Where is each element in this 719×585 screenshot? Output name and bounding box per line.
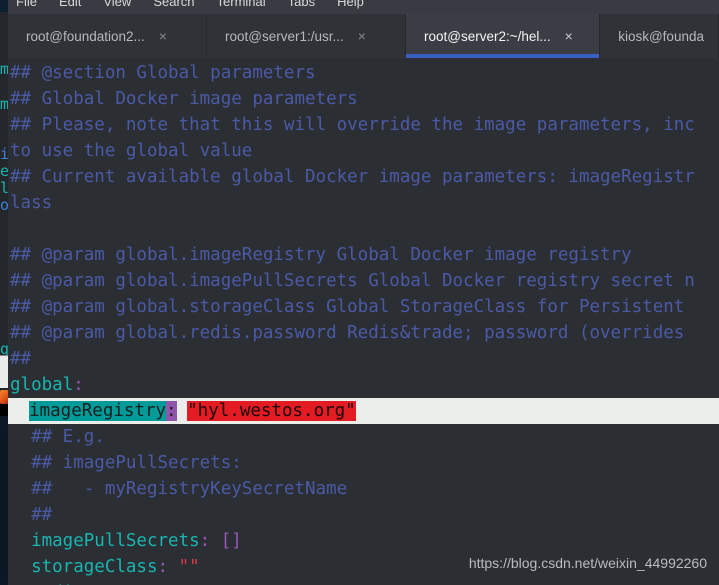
terminal-tab-3[interactable]: kiosk@founda (600, 14, 719, 58)
tab-title: root@server2:~/hel... (424, 28, 551, 44)
yaml-value: "" (178, 557, 200, 577)
terminal-line: ## imagePullSecrets: (10, 453, 242, 473)
menu-item-help[interactable]: Help (337, 0, 364, 9)
menu-bar: File Edit View Search Terminal Tabs Help (8, 0, 719, 14)
terminal-tab-1[interactable]: root@server1:/usr... × (207, 14, 407, 58)
terminal-line: ## @section Global parameters (10, 63, 316, 83)
terminal-line: ## Current available global Docker image… (10, 167, 695, 187)
terminal-line: ## (10, 349, 32, 369)
terminal-line: lass (10, 193, 53, 213)
close-icon[interactable]: × (159, 29, 167, 43)
menu-item-terminal[interactable]: Terminal (217, 0, 266, 9)
terminal-tab-0[interactable]: root@foundation2... × (8, 14, 208, 58)
terminal-line: ## @param global.redis.password Redis&tr… (10, 323, 685, 343)
terminal-line: ## E.g. (10, 427, 105, 447)
menu-item-search[interactable]: Search (153, 0, 194, 9)
yaml-key: imagePullSecrets (31, 531, 200, 551)
yaml-key-highlighted: imageRegistry (29, 401, 167, 421)
yaml-colon: : (199, 531, 211, 551)
terminal-line-yaml-key: global: (8, 372, 719, 398)
terminal-text-area[interactable]: ## @section Global parameters ## Global D… (8, 58, 719, 585)
terminal-tab-2[interactable]: root@server2:~/hel... × (406, 14, 601, 58)
yaml-value: [] (220, 531, 242, 551)
tab-title: kiosk@founda (618, 28, 704, 44)
terminal-line: ## @param global.storageClass Global Sto… (10, 297, 685, 317)
terminal-line-yaml-pair: imagePullSecrets: [] (8, 528, 719, 554)
menu-item-edit[interactable]: Edit (59, 0, 81, 9)
screenshot-root: mmielog File Edit View Search Terminal Tabs He… (0, 0, 719, 585)
yaml-value-highlighted: "hyl.westos.org" (187, 401, 356, 421)
terminal-window: File Edit View Search Terminal Tabs Help root@… (8, 0, 719, 585)
watermark: https://blog.csdn.net/weixin_44992260 (468, 555, 707, 571)
terminal-line: to use the global value (10, 141, 253, 161)
menu-item-file[interactable]: File (16, 0, 37, 9)
yaml-key: storageClass (31, 557, 158, 577)
yaml-colon: : (157, 557, 169, 577)
terminal-line: ## @param global.imageRegistry Global Do… (10, 245, 632, 265)
terminal-line: ## @param global.imagePullSecrets Global… (10, 271, 695, 291)
yaml-colon-highlighted: : (166, 401, 177, 421)
terminal-line: ## - myRegistryKeySecretName (10, 479, 348, 499)
close-icon[interactable]: × (358, 29, 366, 43)
tab-title: root@server1:/usr... (225, 28, 344, 44)
close-icon[interactable]: × (565, 29, 573, 43)
tab-bar: root@foundation2... × root@server1:/usr...… (8, 14, 719, 58)
menu-item-tabs[interactable]: Tabs (288, 0, 315, 9)
yaml-colon: : (73, 375, 84, 395)
terminal-line-yaml-key: redis: (8, 580, 719, 585)
yaml-key: global (10, 375, 74, 395)
terminal-line-selected[interactable]: imageRegistry: "hyl.westos.org" (8, 398, 719, 424)
terminal-line: ## (10, 505, 53, 525)
menu-item-view[interactable]: View (103, 0, 131, 9)
tab-title: root@foundation2... (26, 28, 145, 44)
terminal-line: ## Please, note that this will override … (10, 115, 695, 135)
terminal-line: ## Global Docker image parameters (10, 89, 358, 109)
menu-bar-items: File Edit View Search Terminal Tabs Help (16, 0, 364, 9)
